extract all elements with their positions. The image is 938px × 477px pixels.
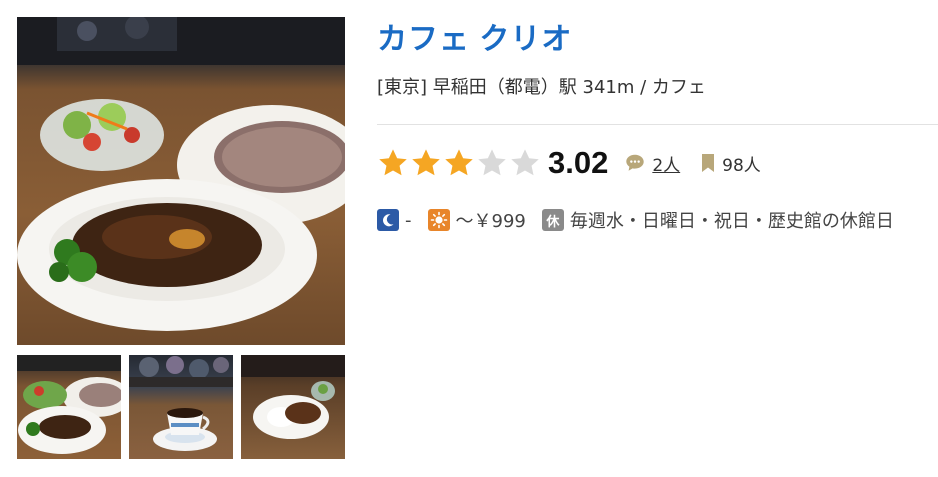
divider [377,124,938,125]
bookmark-count: 98人 [700,151,761,176]
lunch-budget: ～￥999 [455,211,526,232]
moon-icon [377,209,399,231]
rating-stars [377,147,542,179]
rating-row: 3.02 2人 98人 [377,144,761,182]
holiday-text: 毎週水・日曜日・祝日・歴史館の休館日 [569,211,894,232]
thumbnail-photo-2[interactable] [129,355,233,459]
review-count: 2人 [624,151,680,176]
bookmark-icon [702,154,715,172]
budget-holiday-row: - ～￥999 休 毎週水・日曜日・祝日・歴史館の休館日 [377,206,894,234]
rating-score: 3.02 [548,145,609,180]
bookmark-count-value: 98人 [722,155,761,176]
main-photo[interactable] [17,17,345,345]
sun-icon [427,209,450,231]
shop-name-link[interactable]: カフェ クリオ [377,14,572,58]
thumbnail-photo-1[interactable] [17,355,121,459]
holiday-badge: 休 [541,209,564,231]
thumbnail-photo-3[interactable] [241,355,345,459]
star-icon [412,149,440,176]
star-icon [379,149,407,176]
star-icon [478,149,506,176]
star-icon [445,149,473,176]
review-count-link[interactable]: 2人 [652,151,680,176]
dinner-budget: - [405,209,412,231]
area-genre-info: [東京] 早稲田（都電）駅 341m / カフェ [377,77,706,98]
star-icon [511,149,539,176]
speech-bubble-icon [626,154,645,171]
